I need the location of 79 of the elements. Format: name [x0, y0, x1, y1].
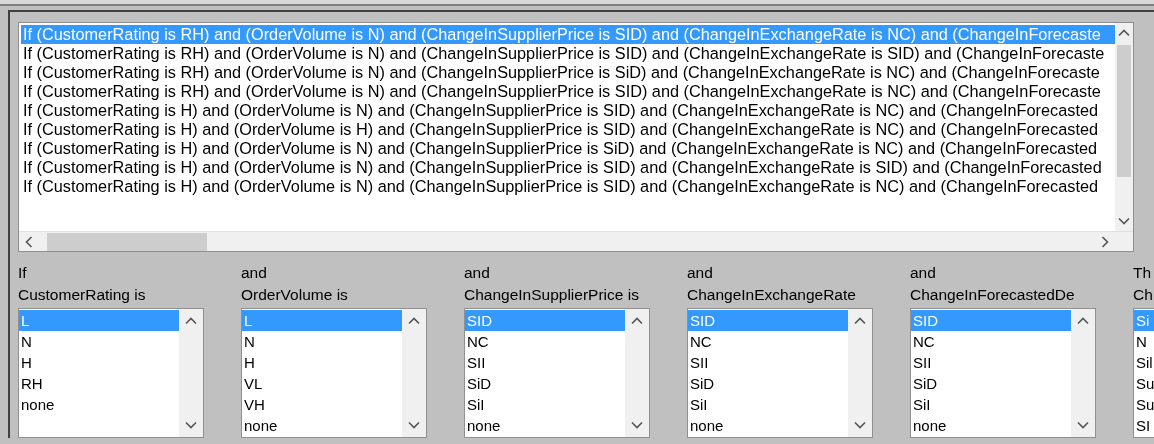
option-item[interactable]: H: [19, 352, 179, 373]
option-item[interactable]: SiI: [911, 394, 1071, 415]
rule-item[interactable]: If (CustomerRating is H) and (OrderVolume is N) and (ChangeInSupplierPrice is SID) and (ChangeInExchangeRate is NC) and (ChangeInForecasted: [21, 101, 1115, 120]
scroll-up-icon[interactable]: [631, 317, 643, 325]
scrollbar-thumb[interactable]: [47, 232, 207, 251]
column-header: OrderVolume is: [241, 285, 348, 305]
horizontal-scrollbar[interactable]: [19, 231, 1133, 251]
option-item[interactable]: SiI: [688, 394, 848, 415]
scroll-up-icon[interactable]: [185, 317, 197, 325]
conjunction-label: and: [687, 263, 713, 283]
option-item[interactable]: none: [19, 394, 179, 415]
option-list[interactable]: L N H VL VH none: [241, 308, 427, 438]
column-header: Ch: [1133, 285, 1153, 305]
scroll-down-icon[interactable]: [1118, 217, 1130, 225]
option-item[interactable]: N: [19, 331, 179, 352]
rule-item[interactable]: If (CustomerRating is H) and (OrderVolume is N) and (ChangeInSupplierPrice is SID) and (ChangeInExchangeRate is SID) and (ChangeInForecasted: [21, 158, 1115, 177]
option-item[interactable]: Sil: [1134, 352, 1154, 373]
vertical-scrollbar[interactable]: [848, 309, 872, 437]
scroll-down-icon[interactable]: [854, 421, 866, 429]
scroll-down-icon[interactable]: [408, 421, 420, 429]
option-item[interactable]: N: [1134, 331, 1154, 352]
scroll-up-icon[interactable]: [408, 317, 420, 325]
option-item[interactable]: NC: [911, 331, 1071, 352]
scroll-up-icon[interactable]: [854, 317, 866, 325]
option-item[interactable]: SiD: [465, 373, 625, 394]
scroll-down-icon[interactable]: [1077, 421, 1089, 429]
option-item[interactable]: NC: [688, 331, 848, 352]
option-item[interactable]: SiD: [911, 373, 1071, 394]
rule-item[interactable]: If (CustomerRating is RH) and (OrderVolume is N) and (ChangeInSupplierPrice is SID) and (ChangeInExchangeRate is NC) and (ChangeInForecaste: [21, 82, 1115, 101]
vertical-scrollbar[interactable]: [1115, 23, 1133, 231]
column-header: ChangeInSupplierPrice is: [464, 285, 639, 305]
conjunction-label: Th: [1133, 263, 1152, 283]
vertical-scrollbar[interactable]: [402, 309, 426, 437]
scroll-up-icon[interactable]: [1118, 29, 1130, 37]
conjunction-label: If: [18, 263, 27, 283]
option-item[interactable]: SiI: [465, 394, 625, 415]
option-list[interactable]: SID NC SII SiD SiI none: [464, 308, 650, 438]
option-item[interactable]: Su: [1134, 394, 1154, 415]
vertical-scrollbar[interactable]: [625, 309, 649, 437]
option-list[interactable]: SID NC SII SiD SiI none: [910, 308, 1096, 438]
option-item[interactable]: Su: [1134, 373, 1154, 394]
column-header: CustomerRating is: [18, 285, 146, 305]
scrollbar-thumb[interactable]: [1117, 45, 1131, 177]
option-item[interactable]: SII: [688, 352, 848, 373]
option-item[interactable]: SiD: [688, 373, 848, 394]
option-list[interactable]: Si N Sil Su Su SI: [1133, 308, 1154, 438]
conjunction-label: and: [464, 263, 490, 283]
rule-item[interactable]: If (CustomerRating is H) and (OrderVolume is N) and (ChangeInSupplierPrice is SID) and (ChangeInExchangeRate is NC) and (ChangeInForecasted: [21, 177, 1115, 196]
scroll-left-icon[interactable]: [25, 235, 33, 248]
vertical-scrollbar[interactable]: [1071, 309, 1095, 437]
rule-list[interactable]: [18, 22, 1134, 252]
scroll-right-icon[interactable]: [1101, 235, 1109, 248]
option-item[interactable]: VL: [242, 373, 402, 394]
scroll-down-icon[interactable]: [631, 421, 643, 429]
option-item[interactable]: NC: [465, 331, 625, 352]
option-item[interactable]: none: [688, 415, 848, 436]
conjunction-label: and: [910, 263, 936, 283]
option-item[interactable]: none: [242, 415, 402, 436]
option-list[interactable]: L N H RH none: [18, 308, 204, 438]
scroll-up-icon[interactable]: [1077, 317, 1089, 325]
rule-item[interactable]: If (CustomerRating is H) and (OrderVolume is N) and (ChangeInSupplierPrice is SiD) and (ChangeInExchangeRate is NC) and (ChangeInForecasted: [21, 139, 1115, 158]
option-item[interactable]: H: [242, 352, 402, 373]
option-item[interactable]: SII: [465, 352, 625, 373]
option-item[interactable]: N: [242, 331, 402, 352]
option-item[interactable]: none: [465, 415, 625, 436]
scroll-down-icon[interactable]: [185, 421, 197, 429]
conjunction-label: and: [241, 263, 267, 283]
option-item[interactable]: SII: [911, 352, 1071, 373]
column-header: ChangeInForecastedDe: [910, 285, 1075, 305]
option-list[interactable]: SID NC SII SiD SiI none: [687, 308, 873, 438]
option-item[interactable]: VH: [242, 394, 402, 415]
vertical-scrollbar[interactable]: [179, 309, 203, 437]
rule-item[interactable]: If (CustomerRating is RH) and (OrderVolume is N) and (ChangeInSupplierPrice is SID) and (ChangeInExchangeRate is SID) and (ChangeInForecaste: [21, 44, 1115, 63]
column-header: ChangeInExchangeRate: [687, 285, 856, 305]
rule-item[interactable]: If (CustomerRating is H) and (OrderVolume is H) and (ChangeInSupplierPrice is SID) and (ChangeInExchangeRate is NC) and (ChangeInForecasted: [21, 120, 1115, 139]
option-item[interactable]: SI: [1134, 415, 1154, 436]
rule-item[interactable]: If (CustomerRating is RH) and (OrderVolume is N) and (ChangeInSupplierPrice is SiD) and (ChangeInExchangeRate is NC) and (ChangeInForecaste: [21, 63, 1115, 82]
option-item[interactable]: none: [911, 415, 1071, 436]
option-item[interactable]: RH: [19, 373, 179, 394]
